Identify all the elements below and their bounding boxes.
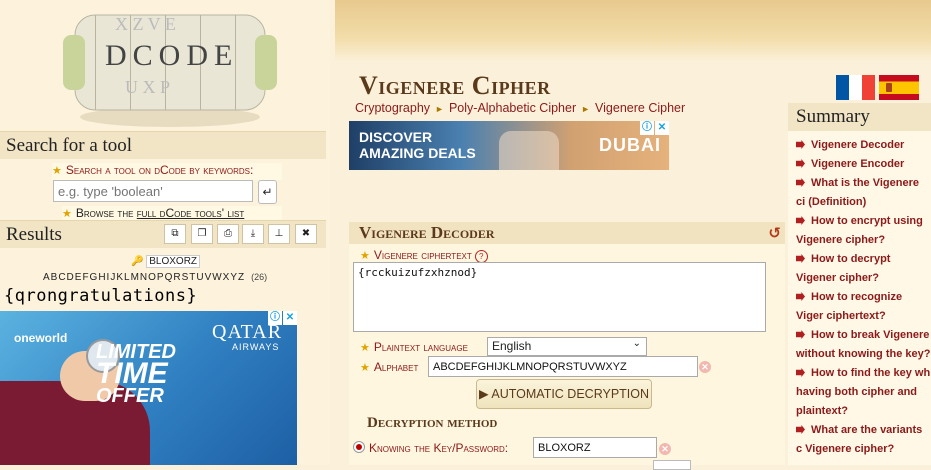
svg-text:X Z V E: X Z V E <box>115 14 176 34</box>
breadcrumb-separator-icon: ► <box>435 104 444 114</box>
key-icon: 🔑 <box>131 256 144 267</box>
knowing-key-radio[interactable] <box>353 441 365 453</box>
breadcrumb-item[interactable]: Cryptography <box>355 101 430 115</box>
ad-headline: DISCOVER AMAZING DEALS <box>359 129 476 161</box>
summary-link[interactable]: How to encrypt using Vigenere cipher? <box>796 212 931 250</box>
breadcrumb-separator-icon: ► <box>581 104 591 114</box>
star-icon: ★ <box>360 250 370 262</box>
arrow-icon <box>796 254 805 263</box>
plaintext-language-label: ★ Plaintext language <box>360 340 468 354</box>
chevron-down-icon: ⌄ <box>632 338 641 349</box>
result-plaintext[interactable]: {qrongratulations} <box>4 286 197 306</box>
search-input[interactable] <box>53 180 253 202</box>
automatic-decryption-button[interactable]: ▶ AUTOMATIC DECRYPTION <box>476 379 652 409</box>
adchoices-icon[interactable]: ⓘ <box>640 121 654 135</box>
result-key: 🔑 BLOXORZ <box>131 255 201 268</box>
summary-link[interactable]: How to recognize Viger ciphertext? <box>796 288 931 326</box>
decryption-method-title: Decryption method <box>367 415 498 431</box>
arrow-icon <box>796 159 805 168</box>
search-keywords-label: ★ Search a tool on dCode by keywords: <box>52 163 282 180</box>
summary-panel: Vigenere Decoder Vigenere Encoder What i… <box>788 131 931 465</box>
alphabet-label: ★ Alphabet <box>360 360 419 374</box>
key-input[interactable] <box>533 437 657 458</box>
arrow-icon <box>796 216 805 225</box>
arrow-icon <box>796 140 805 149</box>
play-icon: ▶ <box>478 387 489 401</box>
summary-link[interactable]: How to find the key wh having both ciphe… <box>796 364 931 421</box>
logo-text: DCODE <box>105 39 238 72</box>
refresh-icon[interactable]: ↺ <box>768 222 781 244</box>
arrow-icon <box>796 368 805 377</box>
ad-close-icon[interactable]: ✕ <box>655 121 669 135</box>
knowing-key-label: Knowing the Key/Password: <box>369 441 509 455</box>
ciphertext-input[interactable]: {rcckuizufzxhznod} <box>353 262 766 332</box>
summary-link[interactable]: Vigenere Encoder <box>796 155 931 174</box>
breadcrumb: Cryptography ► Poly-Alphabetic Cipher ► Vige… <box>355 101 685 115</box>
coat-of-arms-icon <box>886 83 892 92</box>
decoder-header: Vigenere Decoder ↺ <box>349 222 785 244</box>
close-icon[interactable]: ✖ <box>295 224 317 244</box>
parchment-header <box>335 0 931 62</box>
ad-slogan: LIMITED TIME OFFER <box>96 341 176 407</box>
french-flag-icon[interactable] <box>836 75 875 100</box>
arrow-icon <box>796 178 805 187</box>
clear-key-icon[interactable]: ✕ <box>659 443 671 455</box>
ciphertext-label: ★ Vigenere ciphertext? <box>360 248 488 263</box>
clear-alphabet-icon[interactable]: ✕ <box>699 361 711 373</box>
ad-image <box>499 131 559 170</box>
ad-banner-dubai[interactable]: DISCOVER AMAZING DEALS DUBAI ⓘ ✕ <box>349 121 669 170</box>
summary-link[interactable]: Vigenere Decoder <box>796 136 931 155</box>
ad-brand: oneworld <box>14 331 68 345</box>
download-icon[interactable]: ⤓ <box>242 224 264 244</box>
summary-title: Summary <box>788 103 931 131</box>
summary-link[interactable]: How to break Vigenere without knowing th… <box>796 326 931 364</box>
search-section-title: Search for a tool <box>0 131 326 159</box>
result-alphabet: ABCDEFGHIJKLMNOPQRSTUVWXYZ (26) <box>43 272 268 283</box>
page-title: Vigenere Cipher <box>359 71 551 100</box>
star-icon: ★ <box>360 342 370 354</box>
ad-close-icon[interactable]: ✕ <box>283 311 297 325</box>
plaintext-language-select[interactable]: English ⌄ <box>487 337 647 356</box>
summary-link[interactable]: What are the variants c Vigenere cipher? <box>796 421 931 459</box>
adchoices-icon[interactable]: ⓘ <box>268 311 282 325</box>
arrow-icon <box>796 330 805 339</box>
ad-airline-sub: AIRWAYS <box>232 342 280 352</box>
clone-icon[interactable]: ❐ <box>191 224 213 244</box>
arrow-icon <box>796 292 805 301</box>
summary-link[interactable]: How to decrypt Vigener cipher? <box>796 250 931 288</box>
arrow-icon <box>796 425 805 434</box>
flag-stripe <box>849 75 862 100</box>
svg-text:U X P: U X P <box>125 77 170 97</box>
star-icon: ★ <box>62 208 72 220</box>
secondary-input[interactable] <box>653 460 691 470</box>
breadcrumb-item[interactable]: Poly-Alphabetic Cipher <box>449 101 576 115</box>
breadcrumb-item[interactable]: Vigenere Cipher <box>595 101 685 115</box>
alphabet-input[interactable] <box>428 356 698 377</box>
enter-icon[interactable]: ↵ <box>258 180 277 204</box>
star-icon: ★ <box>360 362 370 374</box>
flag-stripe <box>862 75 875 100</box>
print-icon[interactable]: ⎙ <box>217 224 239 244</box>
summary-link[interactable]: What is the Vigenere ci (Definition) <box>796 174 931 212</box>
copy-icon[interactable]: ⧉ <box>164 224 186 244</box>
ad-brand: DUBAI <box>599 135 661 155</box>
pin-icon[interactable]: ⊥ <box>268 224 290 244</box>
ad-banner-qatar[interactable]: oneworld LIMITED TIME OFFER QATAR AIRWAYS … <box>0 311 297 465</box>
dcode-logo[interactable]: X Z V E DCODE U X P <box>45 5 295 130</box>
star-icon: ★ <box>52 165 62 177</box>
spanish-flag-icon[interactable] <box>879 75 919 100</box>
flag-stripe <box>836 75 849 100</box>
